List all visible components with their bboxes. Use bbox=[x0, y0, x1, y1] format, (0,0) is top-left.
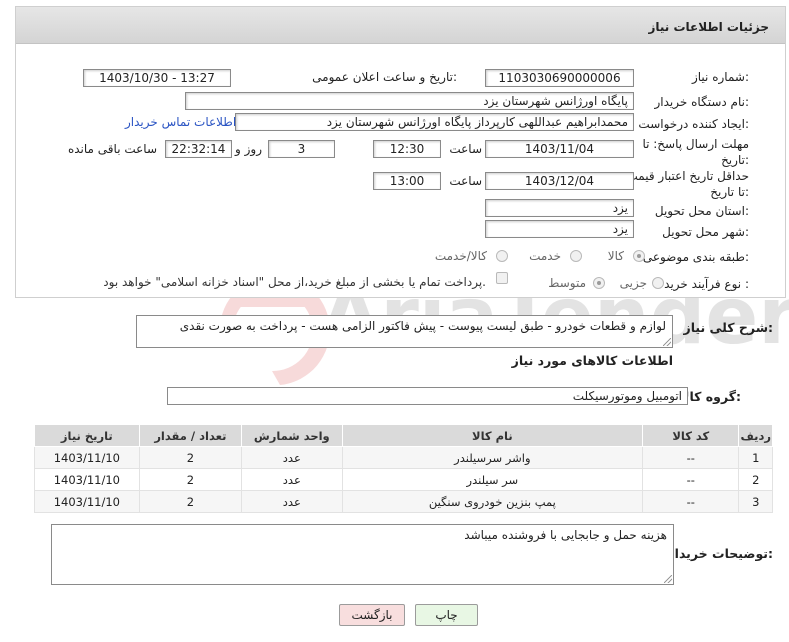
cell-item-name: پمپ بنزین خودروی سنگین bbox=[341, 490, 644, 513]
panel-header: جزئیات اطلاعات نیاز bbox=[16, 7, 785, 44]
price-validity-date-field[interactable]: 1403/12/04 bbox=[485, 172, 634, 190]
goods-section-title: اطلاعات کالاهای مورد نیاز bbox=[511, 353, 673, 368]
cell-unit: عدد bbox=[241, 468, 343, 491]
cell-item-code: -- bbox=[642, 446, 740, 469]
province-field[interactable]: یزد bbox=[485, 199, 634, 217]
table-row[interactable]: 1 -- واشر سرسیلندر عدد 2 1403/11/10 bbox=[34, 446, 773, 469]
cell-item-name: سر سیلندر bbox=[341, 468, 644, 491]
cell-need-date: 1403/11/10 bbox=[34, 490, 140, 513]
description-text: لوازم و قطعات خودرو - طبق لیست پیوست - پ… bbox=[179, 319, 666, 333]
requester-field[interactable]: محمدابراهیم عبداللهی کارپرداز پایگاه اور… bbox=[235, 113, 634, 131]
process-option-medium: متوسط bbox=[548, 276, 586, 290]
cell-quantity: 2 bbox=[138, 490, 243, 513]
buyer-contact-link[interactable]: اطلاعات تماس خریدار bbox=[125, 115, 236, 129]
reply-deadline-label: مهلت ارسال پاسخ: تا تاریخ: bbox=[642, 137, 749, 167]
time-remaining-field[interactable]: 22:32:14 bbox=[165, 140, 232, 158]
cell-need-date: 1403/11/10 bbox=[34, 446, 140, 469]
buyer-notes-label: توضیحات خریدار: bbox=[667, 546, 773, 561]
need-number-label: شماره نیاز: bbox=[691, 70, 749, 84]
announce-date-label: تاریخ و ساعت اعلان عمومی: bbox=[312, 70, 457, 84]
requester-label: ایجاد کننده درخواست: bbox=[638, 117, 749, 131]
cell-quantity: 2 bbox=[138, 468, 243, 491]
col-header-unit: واحد شمارش bbox=[241, 424, 343, 447]
back-button[interactable]: بازگشت bbox=[339, 604, 405, 626]
col-header-need-date: تاریخ نیاز bbox=[34, 424, 140, 447]
goods-group-field[interactable]: اتومبیل وموتورسیکلت bbox=[167, 387, 688, 405]
cell-row-number: 1 bbox=[738, 446, 773, 469]
cell-item-code: -- bbox=[642, 468, 740, 491]
reply-time-label: ساعت bbox=[449, 142, 482, 156]
need-number-field[interactable]: 1103030690000006 bbox=[485, 69, 634, 87]
col-header-item-name: نام کالا bbox=[341, 424, 644, 447]
resize-handle[interactable] bbox=[663, 338, 671, 346]
time-remaining-label: ساعت باقی مانده bbox=[67, 142, 157, 156]
buyer-notes-textarea[interactable]: هزینه حمل و جابجایی با فروشنده میباشد bbox=[51, 524, 674, 585]
process-radio-minor[interactable] bbox=[652, 277, 664, 289]
description-textarea[interactable]: لوازم و قطعات خودرو - طبق لیست پیوست - پ… bbox=[136, 315, 673, 348]
category-option-service: خدمت bbox=[529, 249, 561, 263]
category-radio-goods[interactable] bbox=[633, 250, 645, 262]
category-radio-both[interactable] bbox=[496, 250, 508, 262]
category-option-goods: کالا bbox=[607, 249, 624, 263]
cell-unit: عدد bbox=[241, 490, 343, 513]
col-header-quantity: تعداد / مقدار bbox=[138, 424, 243, 447]
treasury-payment-checkbox[interactable] bbox=[496, 272, 508, 284]
category-radio-service[interactable] bbox=[570, 250, 582, 262]
cell-quantity: 2 bbox=[138, 446, 243, 469]
buyer-org-field[interactable]: پایگاه اورژانس شهرستان یزد bbox=[185, 92, 634, 110]
city-label: شهر محل تحویل: bbox=[662, 225, 749, 239]
resize-handle[interactable] bbox=[664, 575, 672, 583]
process-radio-medium[interactable] bbox=[593, 277, 605, 289]
price-validity-label: حداقل تاریخ اعتبار قیمت: تا تاریخ: bbox=[622, 169, 749, 199]
col-header-item-code: کد کالا bbox=[642, 424, 740, 447]
goods-group-label: گروه کالا: bbox=[680, 389, 741, 404]
buyer-notes-text: هزینه حمل و جابجایی با فروشنده میباشد bbox=[464, 528, 667, 542]
table-header-row: ردیف کد کالا نام کالا واحد شمارش تعداد /… bbox=[34, 424, 773, 447]
cell-need-date: 1403/11/10 bbox=[34, 468, 140, 491]
description-label: شرح کلی نیاز: bbox=[683, 320, 774, 335]
reply-date-field[interactable]: 1403/11/04 bbox=[485, 140, 634, 158]
process-type-label: نوع فرآیند خرید : bbox=[664, 277, 749, 291]
days-label: روز و bbox=[235, 142, 262, 156]
goods-table: ردیف کد کالا نام کالا واحد شمارش تعداد /… bbox=[34, 424, 773, 513]
col-header-row-number: ردیف bbox=[738, 424, 773, 447]
table-row[interactable]: 2 -- سر سیلندر عدد 2 1403/11/10 bbox=[34, 468, 773, 491]
cell-item-name: واشر سرسیلندر bbox=[341, 446, 644, 469]
category-label: طبقه بندی موضوعی: bbox=[642, 250, 749, 264]
cell-row-number: 3 bbox=[738, 490, 773, 513]
city-field[interactable]: یزد bbox=[485, 220, 634, 238]
table-row[interactable]: 3 -- پمپ بنزین خودروی سنگین عدد 2 1403/1… bbox=[34, 490, 773, 513]
price-validity-time-field[interactable]: 13:00 bbox=[373, 172, 441, 190]
province-label: استان محل تحویل: bbox=[654, 204, 749, 218]
category-option-both: کالا/خدمت bbox=[434, 249, 487, 263]
buyer-org-label: نام دستگاه خریدار: bbox=[654, 95, 750, 109]
price-validity-time-label: ساعت bbox=[449, 174, 482, 188]
treasury-payment-note: پرداخت تمام یا بخشی از مبلغ خرید،از محل … bbox=[103, 275, 486, 289]
process-option-minor: جزیی bbox=[619, 276, 647, 290]
print-button[interactable]: چاپ bbox=[415, 604, 478, 626]
announce-date-field[interactable]: 1403/10/30 - 13:27 bbox=[83, 69, 231, 87]
days-remaining-field[interactable]: 3 bbox=[268, 140, 335, 158]
page-title: جزئیات اطلاعات نیاز bbox=[648, 20, 769, 34]
cell-item-code: -- bbox=[642, 490, 740, 513]
cell-unit: عدد bbox=[241, 446, 343, 469]
reply-time-field[interactable]: 12:30 bbox=[373, 140, 441, 158]
cell-row-number: 2 bbox=[738, 468, 773, 491]
